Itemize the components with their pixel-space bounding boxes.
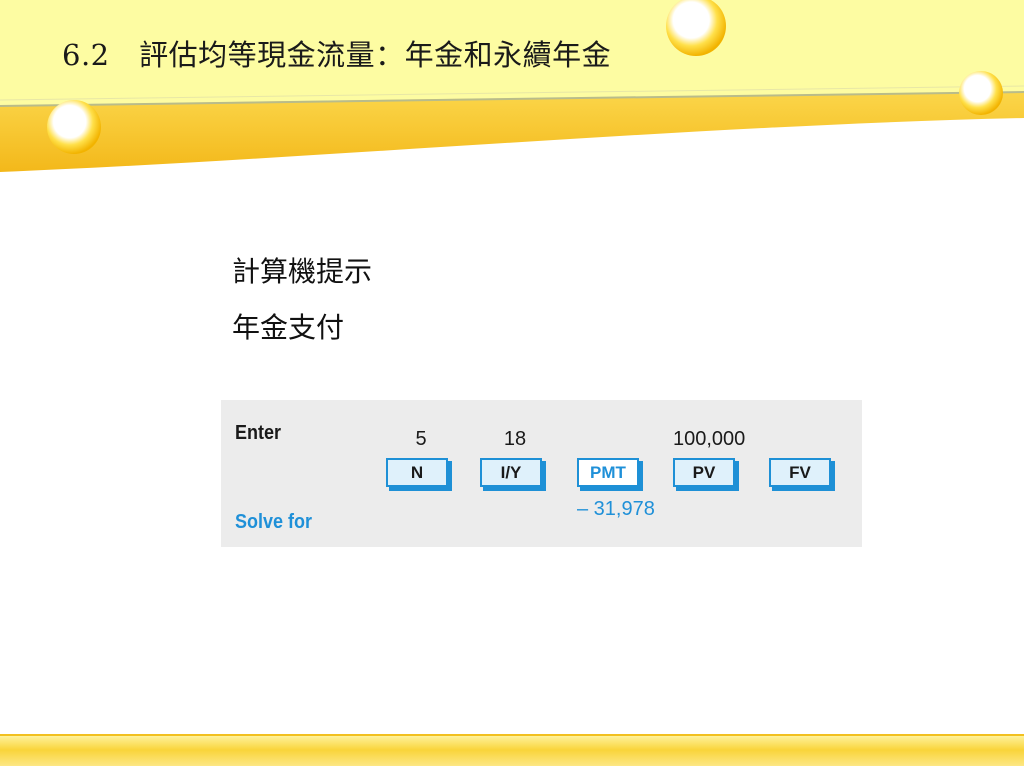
- enter-label: Enter: [235, 422, 282, 444]
- key-label: PMT: [577, 458, 639, 487]
- n-key[interactable]: N: [386, 458, 452, 491]
- key-output-value: [480, 498, 550, 522]
- key-column-iy: 18 I/Y: [480, 428, 550, 522]
- key-column-fv: FV: [769, 428, 839, 522]
- key-input-value: [769, 428, 839, 454]
- key-label: FV: [769, 458, 831, 487]
- key-input-value: 5: [415, 428, 427, 450]
- decorative-circle-icon: [959, 71, 1003, 115]
- key-input-value: 18: [503, 428, 527, 450]
- key-output-value: [673, 498, 743, 522]
- key-input-value: [577, 428, 647, 454]
- key-output-value: – 31,978: [577, 498, 655, 520]
- fv-key[interactable]: FV: [769, 458, 835, 491]
- key-column-pmt: PMT – 31,978: [577, 428, 655, 522]
- key-label: PV: [673, 458, 735, 487]
- calculator-panel: Enter Solve for 5 N 18 I/Y PMT – 31,978 …: [221, 400, 862, 547]
- key-column-pv: 100,000 PV: [673, 428, 746, 522]
- subtitle-annuity-payment: 年金支付: [232, 311, 345, 344]
- key-input-value: 100,000: [673, 428, 746, 450]
- pv-key[interactable]: PV: [673, 458, 739, 491]
- key-column-n: 5 N: [386, 428, 456, 522]
- solve-for-label: Solve for: [235, 511, 313, 533]
- key-label: I/Y: [480, 458, 542, 487]
- header-banner: [0, 0, 1024, 172]
- iy-key[interactable]: I/Y: [480, 458, 546, 491]
- key-output-value: [386, 498, 456, 522]
- slide-title: 6.2 評估均等現金流量：年金和永續年金: [62, 38, 612, 72]
- footer-bar: [0, 734, 1024, 766]
- subtitle-calculator-tips: 計算機提示: [232, 255, 373, 288]
- key-output-value: [769, 498, 839, 522]
- decorative-circle-icon: [666, 0, 726, 56]
- decorative-circle-icon: [47, 100, 101, 154]
- pmt-key[interactable]: PMT: [577, 458, 643, 491]
- key-label: N: [386, 458, 448, 487]
